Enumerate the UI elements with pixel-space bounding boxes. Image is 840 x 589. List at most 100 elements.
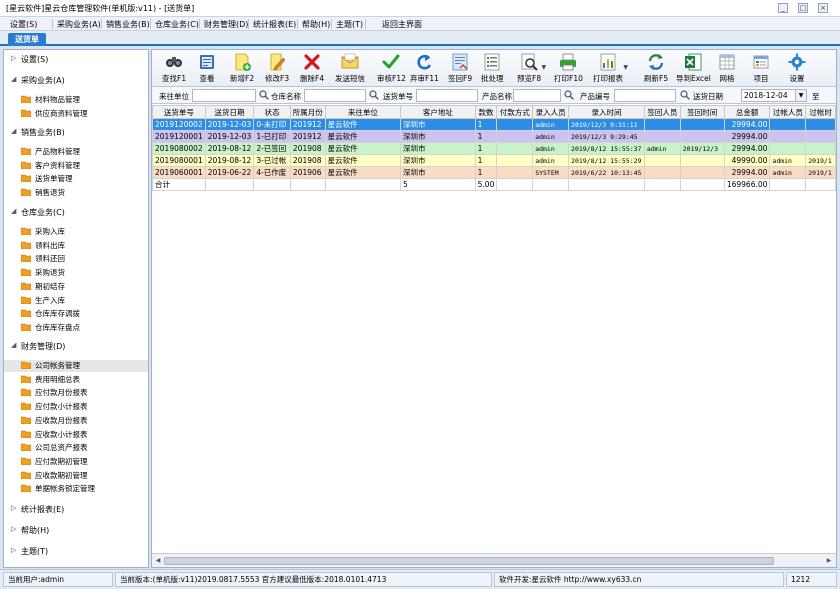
column-header[interactable]: 付款方式 [496, 105, 534, 119]
column-header[interactable]: 录入人员 [532, 105, 570, 119]
column-header[interactable]: 过帐时 [805, 105, 836, 119]
empty-cell [533, 419, 569, 431]
column-header[interactable]: 客户地址 [400, 105, 476, 119]
column-header[interactable]: 录入时间 [568, 105, 645, 119]
tab-delivery-note[interactable]: 送货单 [8, 33, 46, 46]
empty-cell [770, 251, 806, 263]
column-header[interactable]: 签回人员 [643, 105, 681, 119]
column-header[interactable]: 款数 [474, 105, 498, 119]
empty-cell [254, 227, 291, 239]
chevron-down-icon[interactable]: ▼ [795, 90, 806, 101]
column-header[interactable]: 总金额 [723, 105, 771, 119]
empty-cell [475, 263, 497, 275]
menu-finance[interactable]: 财务管理(D) [204, 19, 248, 30]
scroll-right-icon[interactable]: ▶ [824, 556, 834, 566]
toolbar-button[interactable]: 刷新F5 [644, 52, 668, 86]
scroll-left-icon[interactable]: ◀ [153, 556, 163, 566]
partner-input[interactable] [192, 89, 256, 102]
minimize-button[interactable]: _ [778, 3, 788, 13]
date-from-picker[interactable]: 2018-12-04 ▼ [741, 89, 807, 102]
table-row[interactable]: 2019120002 2019-12-03 0-未打印 201912 星云软件 深圳市 1 a… [152, 118, 836, 131]
table-cell [769, 142, 807, 155]
toolbar-button[interactable]: 审核F12 [377, 52, 406, 86]
column-header[interactable]: 过帐人员 [769, 105, 807, 119]
column-header[interactable]: 所属月份 [289, 105, 326, 119]
chevron-down-icon[interactable]: ▼ [541, 64, 546, 71]
column-header[interactable]: 来往单位 [324, 105, 402, 119]
chevron-down-icon[interactable]: ▼ [623, 64, 628, 71]
folder-icon [20, 296, 32, 304]
empty-cell [205, 323, 254, 335]
toolbar-button[interactable]: 查找F1 [162, 52, 186, 86]
expand-arrow-icon[interactable]: ▷ [11, 54, 16, 62]
search-icon[interactable] [369, 90, 379, 100]
column-header[interactable]: 状态 [253, 105, 291, 119]
toolbar-button[interactable]: 项目 [751, 52, 771, 86]
toolbar-button[interactable]: 打印报表 ▼ [593, 52, 628, 86]
toolbar-button[interactable]: 删除F4 [300, 52, 324, 86]
column-header[interactable]: 送货单号 [152, 105, 206, 119]
search-icon[interactable] [259, 90, 269, 100]
toolbar-button[interactable]: 查看 [197, 52, 217, 86]
delivery-no-input[interactable] [416, 89, 478, 102]
maximize-button[interactable]: □ [798, 3, 808, 13]
menu-separator [150, 19, 151, 29]
expand-arrow-icon[interactable]: ▷ [11, 525, 16, 533]
menu-reports[interactable]: 统计报表(E) [253, 19, 296, 30]
toolbar-button[interactable]: 网格 [717, 52, 737, 86]
search-icon[interactable] [680, 90, 690, 100]
empty-cell [497, 479, 533, 491]
table-cell: 201906 [289, 166, 326, 179]
toolbar-button[interactable]: 修改F3 [265, 52, 289, 86]
column-header[interactable]: 签回时间 [679, 105, 725, 119]
toolbar-button[interactable]: 批处理 [481, 52, 504, 86]
table-row[interactable]: 2019080001 2019-08-12 3-已过帐 201908 星云软件 深圳市 1 a… [152, 154, 836, 167]
sidebar-item[interactable]: 公司帐务管理 [4, 360, 148, 372]
folder-icon [20, 484, 32, 493]
collapse-arrow-icon[interactable]: ◢ [11, 127, 16, 135]
warehouse-input[interactable] [304, 89, 366, 102]
report-icon [600, 53, 616, 71]
toolbar-button[interactable]: 签回F9 [448, 52, 472, 86]
product-code-input[interactable] [614, 89, 676, 102]
collapse-arrow-icon[interactable]: ◢ [11, 207, 16, 215]
empty-cell [325, 203, 400, 215]
menu-help[interactable]: 帮助(H) [302, 19, 330, 30]
empty-cell [290, 263, 325, 275]
menu-settings[interactable]: 设置(S) [10, 19, 37, 30]
toolbar-button[interactable]: 设置 [787, 52, 807, 86]
expand-arrow-icon[interactable]: ▷ [11, 504, 16, 512]
table-cell: 2019120001 [152, 130, 206, 143]
menu-purchase[interactable]: 采购业务(A) [57, 19, 101, 30]
search-icon[interactable] [564, 90, 574, 100]
toolbar-button[interactable]: 弃审F11 [410, 52, 439, 86]
column-header[interactable]: 送货日期 [204, 105, 255, 119]
empty-cell [290, 455, 325, 467]
menu-warehouse[interactable]: 仓库业务(C) [155, 19, 199, 30]
collapse-arrow-icon[interactable]: ◢ [11, 75, 16, 83]
menu-return-main[interactable]: 返回主界面 [382, 19, 422, 30]
menu-sales[interactable]: 销售业务(B) [106, 19, 150, 30]
close-button[interactable]: × [818, 3, 828, 13]
empty-cell [770, 503, 806, 515]
menu-theme[interactable]: 主题(T) [336, 19, 363, 30]
sidebar-item-label: 供应商资料管理 [35, 108, 88, 118]
scrollbar-thumb[interactable] [164, 557, 774, 565]
toolbar-button[interactable]: 导到Excel [676, 52, 711, 86]
folder-icon [20, 254, 32, 263]
table-row[interactable]: 2019120001 2019-12-03 1-已打印 201912 星云软件 深圳市 1 a… [152, 130, 836, 143]
table-row[interactable]: 2019080002 2019-08-12 2-已签回 201908 星云软件 深圳市 1 a… [152, 142, 836, 155]
toolbar-button[interactable]: 打印F10 [554, 52, 583, 86]
empty-cell [806, 191, 836, 203]
empty-cell [770, 419, 806, 431]
table-cell [496, 142, 534, 155]
horizontal-scrollbar[interactable]: ◀ ▶ [152, 553, 836, 567]
toolbar-button[interactable]: 预览F8 ▼ [517, 52, 546, 86]
table-row[interactable]: 2019060001 2019-06-22 4-已作废 201906 星云软件 深圳市 1 S… [152, 166, 836, 179]
collapse-arrow-icon[interactable]: ◢ [11, 341, 16, 349]
product-name-input[interactable] [513, 89, 561, 102]
toolbar-button[interactable]: 发送短信 [335, 52, 365, 86]
expand-arrow-icon[interactable]: ▷ [11, 546, 16, 554]
toolbar-button[interactable]: 新增F2 [230, 52, 254, 86]
empty-cell [254, 299, 291, 311]
